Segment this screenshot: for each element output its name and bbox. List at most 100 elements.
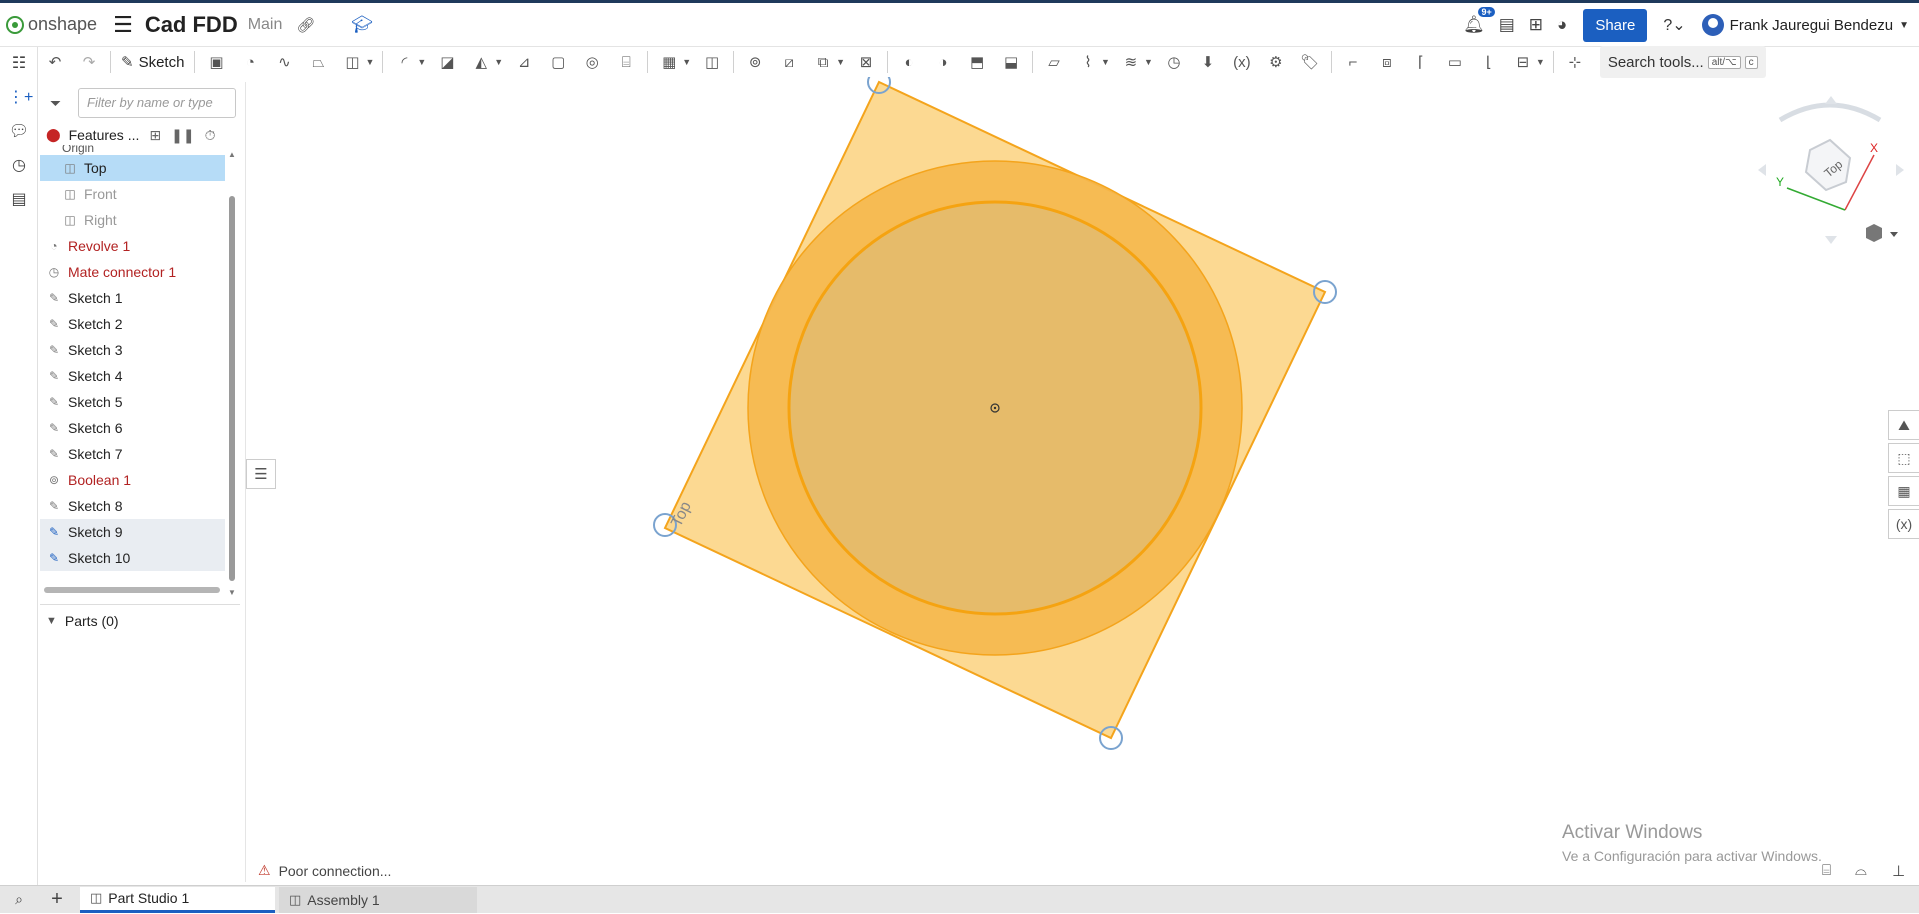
pattern-icon[interactable]: ▦ <box>656 49 682 75</box>
add-custom-feature-icon[interactable]: ⊹ <box>1562 49 1588 75</box>
fillet-icon[interactable]: ◜ <box>391 49 417 75</box>
add-feature-icon[interactable]: ⋮+ <box>8 87 33 109</box>
app-store-icon[interactable]: ⊞ <box>1529 15 1543 35</box>
redo-icon[interactable]: ↷ <box>76 49 102 75</box>
move-face-icon[interactable]: ⬒ <box>964 49 990 75</box>
search-tools-button[interactable]: Search tools... alt/⌥ c <box>1599 46 1766 78</box>
list-item[interactable]: ◫ Right <box>40 207 225 233</box>
history-icon[interactable]: ◷ <box>8 155 30 177</box>
cube-panel-icon[interactable]: ⬚ <box>1888 443 1919 473</box>
feature-list-icon[interactable]: ☷ <box>8 53 30 75</box>
filter-input[interactable]: Filter by name or type <box>78 88 236 118</box>
scroll-down-icon[interactable]: ▼ <box>228 588 236 597</box>
configuration-icon[interactable]: ⚙ <box>1263 49 1289 75</box>
learning-center-icon[interactable]: 🎓︎ <box>351 15 373 35</box>
curve-icon[interactable]: ≋ <box>1118 49 1144 75</box>
list-item[interactable]: ◷ Mate connector 1 <box>40 259 225 285</box>
rib-icon[interactable]: ⊿ <box>511 49 537 75</box>
flange-icon[interactable]: ⌈ <box>1408 49 1434 75</box>
revolve-icon[interactable]: ◔ <box>237 49 263 75</box>
list-item[interactable]: ✎ Sketch 5 <box>40 389 225 415</box>
shell-icon[interactable]: ▢ <box>545 49 571 75</box>
list-item[interactable]: ✎ Sketch 3 <box>40 337 225 363</box>
timer-icon[interactable]: ⏱ <box>205 127 216 144</box>
scroll-up-icon[interactable]: ▲ <box>228 150 236 159</box>
helix-icon[interactable]: ⌇ <box>1075 49 1101 75</box>
cylinder-icon[interactable]: ⌸ <box>613 49 639 75</box>
parts-section[interactable]: ▼ Parts (0) <box>40 604 240 629</box>
chevron-down-icon[interactable]: ▼ <box>836 57 845 67</box>
mirror-icon[interactable]: ◫ <box>699 49 725 75</box>
chevron-down-icon[interactable]: ▼ <box>1101 57 1110 67</box>
unfold-icon[interactable]: ⊟ <box>1510 49 1536 75</box>
chevron-down-icon[interactable]: ▼ <box>417 57 426 67</box>
arrow-down-icon[interactable] <box>1825 236 1837 244</box>
list-item[interactable]: ✎ Sketch 2 <box>40 311 225 337</box>
list-item[interactable]: ✎ Sketch 9 <box>40 519 225 545</box>
hole-icon[interactable]: ◎ <box>579 49 605 75</box>
draft-icon[interactable]: ◭ <box>468 49 494 75</box>
chevron-down-icon[interactable]: ▼ <box>682 57 691 67</box>
variable-icon[interactable]: (x) <box>1229 49 1255 75</box>
document-list-icon[interactable]: ▤ <box>1499 15 1515 35</box>
delete-face-icon[interactable]: ◑ <box>930 49 956 75</box>
chevron-down-icon[interactable]: ▼ <box>365 57 374 67</box>
modify-fillet-icon[interactable]: ◐ <box>896 49 922 75</box>
chevron-down-icon[interactable]: ▼ <box>1536 57 1545 67</box>
tab-part-studio-1[interactable]: ◫ Part Studio 1 <box>80 886 275 913</box>
sheet-metal-icon[interactable]: ⌐ <box>1340 49 1366 75</box>
list-item[interactable]: ✎ Sketch 10 <box>40 545 225 571</box>
document-title[interactable]: Cad FDD <box>145 12 238 38</box>
named-views-icon[interactable]: ⊥ <box>1892 862 1905 880</box>
comments-icon[interactable]: 💬︎ <box>8 121 30 143</box>
loft-icon[interactable]: ⏢ <box>305 49 331 75</box>
tag-icon[interactable]: 🏷︎ <box>1297 49 1323 75</box>
list-item[interactable]: ⊚ Boolean 1 <box>40 467 225 493</box>
tab-icon[interactable]: ▭ <box>1442 49 1468 75</box>
list-item[interactable]: ◫ Front <box>40 181 225 207</box>
chamfer-icon[interactable]: ◪ <box>434 49 460 75</box>
pause-icon[interactable]: ❚❚ <box>171 127 194 144</box>
list-item[interactable]: Origin <box>40 145 225 155</box>
chevron-down-icon[interactable]: ▼ <box>1144 57 1153 67</box>
scrollbar-thumb[interactable] <box>229 196 235 581</box>
variables-panel-icon[interactable]: (x) <box>1888 509 1919 539</box>
extrude-icon[interactable]: ▣ <box>203 49 229 75</box>
list-item[interactable]: ◔ Revolve 1 <box>40 233 225 259</box>
config-panel-icon[interactable]: ▦ <box>1888 476 1919 506</box>
list-item[interactable]: ✎ Sketch 7 <box>40 441 225 467</box>
render-studio-icon[interactable]: ◕ <box>1557 15 1567 35</box>
list-item[interactable]: ✎ Sketch 1 <box>40 285 225 311</box>
list-item[interactable]: ◫ Top <box>40 155 225 181</box>
rotate-arc[interactable] <box>1778 102 1882 123</box>
delete-part-icon[interactable]: ⊠ <box>853 49 879 75</box>
horizontal-scrollbar[interactable] <box>44 587 220 593</box>
bend-icon[interactable]: ⌊ <box>1476 49 1502 75</box>
search-tabs-icon[interactable]: ⌕ <box>0 886 38 914</box>
replace-face-icon[interactable]: ⬓ <box>998 49 1024 75</box>
tab-assembly-1[interactable]: ◫ Assembly 1 <box>279 886 477 913</box>
workspace-name[interactable]: Main <box>248 16 283 34</box>
chevron-down-icon[interactable]: ▼ <box>494 57 503 67</box>
split-icon[interactable]: ⧄ <box>776 49 802 75</box>
add-tab-icon[interactable]: + <box>38 886 76 914</box>
arrow-right-icon[interactable] <box>1896 164 1904 176</box>
sketch-button[interactable]: ✎ Sketch <box>115 53 190 72</box>
mate-connector-icon[interactable]: ◷ <box>1161 49 1187 75</box>
notifications-bell-icon[interactable]: 🔔︎ 9+ <box>1463 7 1495 35</box>
measure-icon[interactable]: ⌸ <box>1822 862 1831 879</box>
import-icon[interactable]: ⬇ <box>1195 49 1221 75</box>
features-header[interactable]: ⬤ Features ... ⊞ ❚❚ ⏱ <box>40 123 240 147</box>
transform-icon[interactable]: ⧉ <box>810 49 836 75</box>
boolean-icon[interactable]: ⊚ <box>742 49 768 75</box>
variables-icon[interactable]: ▤ <box>8 189 30 211</box>
frame-icon[interactable]: ⧈ <box>1374 49 1400 75</box>
arrow-left-icon[interactable] <box>1758 164 1766 176</box>
list-item[interactable]: ✎ Sketch 8 <box>40 493 225 519</box>
sweep-icon[interactable]: ∿ <box>271 49 297 75</box>
filter-icon[interactable]: ⏷ <box>50 95 61 112</box>
section-view-icon[interactable]: ⌓ <box>1855 862 1867 879</box>
graphics-viewport[interactable]: Top Top X Y <box>246 70 1919 885</box>
arrow-up-icon[interactable] <box>1825 96 1837 104</box>
view-mode-icon[interactable] <box>1866 224 1898 242</box>
